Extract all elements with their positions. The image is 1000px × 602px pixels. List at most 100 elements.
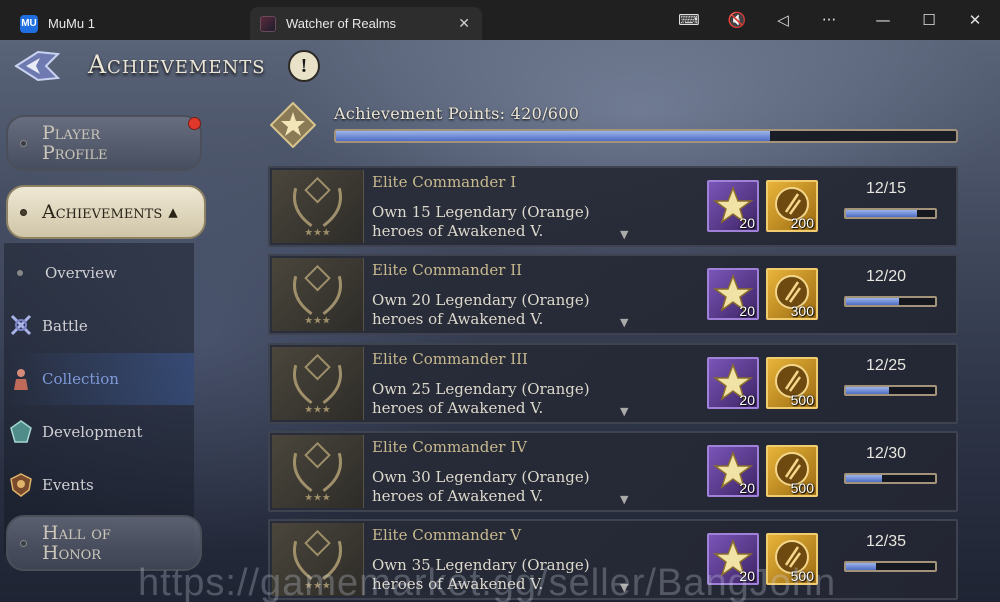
sidebar-item-label: Collection — [42, 370, 119, 388]
reward-amount: 20 — [739, 215, 755, 231]
back-arrow-icon[interactable] — [12, 48, 62, 84]
sidebar-hall-of-honor[interactable]: Hall of Honor — [6, 515, 202, 571]
achievement-description: Own 30 Legendary (Orange) heroes of Awak… — [372, 468, 590, 505]
reward-star-points[interactable]: 20 — [707, 268, 759, 320]
chevron-down-icon[interactable]: ▼ — [620, 316, 628, 329]
reward-amount: 500 — [790, 480, 814, 496]
more-icon[interactable]: ··· — [806, 0, 852, 40]
reward-gold-coin[interactable]: 500 — [766, 357, 818, 409]
tab-game-label: Watcher of Realms — [286, 16, 397, 31]
svg-text:★★★: ★★★ — [304, 228, 331, 239]
progress-bar — [844, 208, 937, 219]
reward-amount: 20 — [739, 480, 755, 496]
reward-star-points[interactable]: 20 — [707, 180, 759, 232]
game-viewport: Achievements ! Player Profile Achievemen… — [0, 40, 1000, 602]
progress-bar — [844, 473, 937, 484]
sidebar-player-profile-label: Player Profile — [42, 122, 108, 164]
achievement-row[interactable]: ★★★ Elite Commander II Own 20 Legendary … — [268, 254, 958, 335]
sidebar-item-label: Overview — [45, 264, 117, 282]
achievement-title: Elite Commander III — [372, 350, 528, 368]
bullet-icon — [20, 140, 27, 147]
reward-amount: 20 — [739, 568, 755, 584]
chevron-down-icon[interactable]: ▼ — [620, 405, 628, 418]
progress-fill — [846, 298, 900, 305]
chevron-down-icon[interactable]: ▼ — [620, 581, 628, 594]
achievement-row[interactable]: ★★★ Elite Commander V Own 35 Legendary (… — [268, 519, 958, 600]
laurel-emblem-icon: ★★★ — [272, 435, 364, 508]
sidebar-item-overview[interactable]: Overview — [8, 247, 194, 299]
progress-count: 12/15 — [865, 180, 907, 197]
sidebar-hall-of-honor-label: Hall of Honor — [42, 522, 111, 564]
progress-count: 12/20 — [865, 268, 907, 285]
reward-amount: 500 — [790, 392, 814, 408]
mumu-logo-icon: MU — [20, 14, 38, 33]
chevron-down-icon[interactable]: ▼ — [620, 228, 628, 241]
sidebar-item-development[interactable]: Development — [8, 406, 194, 458]
progress-fill — [846, 387, 889, 394]
sidebar-item-label: Battle — [42, 317, 88, 335]
swords-icon — [10, 314, 32, 336]
sidebar-item-battle[interactable]: Battle — [8, 300, 194, 352]
game-icon — [260, 15, 276, 32]
svg-text:★★★: ★★★ — [304, 493, 331, 504]
bullet-icon — [20, 540, 27, 547]
reward-gold-coin[interactable]: 500 — [766, 533, 818, 585]
achievement-title: Elite Commander I — [372, 173, 517, 191]
achievement-row[interactable]: ★★★ Elite Commander IV Own 30 Legendary … — [268, 431, 958, 512]
sidebar-item-label: Development — [42, 423, 143, 441]
tab-watcher-of-realms[interactable]: Watcher of Realms ✕ — [250, 7, 482, 40]
maximize-icon[interactable]: ☐ — [906, 0, 952, 40]
progress-count: 12/35 — [865, 533, 907, 550]
notification-badge — [188, 117, 201, 130]
bullet-icon — [20, 209, 27, 216]
achievement-description: Own 25 Legendary (Orange) heroes of Awak… — [372, 380, 590, 417]
progress-count: 12/25 — [865, 357, 907, 374]
back-triangle-icon[interactable]: ◁ — [760, 0, 806, 40]
svg-text:★★★: ★★★ — [304, 581, 331, 592]
svg-text:★★★: ★★★ — [304, 316, 331, 327]
svg-text:★★★: ★★★ — [304, 405, 331, 416]
mute-icon[interactable]: 🔇 — [714, 0, 760, 40]
minimize-icon[interactable]: — — [860, 0, 906, 40]
progress-bar — [844, 561, 937, 572]
sidebar-item-events[interactable]: Events — [8, 459, 194, 511]
achievement-description: Own 15 Legendary (Orange) heroes of Awak… — [372, 203, 590, 240]
reward-gold-coin[interactable]: 200 — [766, 180, 818, 232]
reward-amount: 20 — [739, 303, 755, 319]
sidebar-achievements[interactable]: Achievements ▴ — [6, 185, 206, 239]
tab-close-icon[interactable]: ✕ — [458, 15, 470, 32]
achievement-points-bar — [334, 129, 958, 143]
info-icon[interactable]: ! — [288, 50, 320, 82]
progress-count: 12/30 — [865, 445, 907, 462]
figure-icon — [14, 369, 28, 390]
achievement-points-fill — [336, 131, 770, 141]
close-window-icon[interactable]: ✕ — [952, 0, 998, 40]
achievement-title: Elite Commander II — [372, 261, 523, 279]
sidebar-item-collection[interactable]: Collection — [8, 353, 194, 405]
reward-star-points[interactable]: 20 — [707, 357, 759, 409]
reward-gold-coin[interactable]: 500 — [766, 445, 818, 497]
reward-star-points[interactable]: 20 — [707, 445, 759, 497]
progress-fill — [846, 563, 877, 570]
achievement-description: Own 20 Legendary (Orange) heroes of Awak… — [372, 291, 590, 328]
sidebar-player-profile[interactable]: Player Profile — [6, 115, 202, 171]
tab-mumu-label: MuMu 1 — [48, 16, 95, 31]
sidebar-item-label: Events — [42, 476, 94, 494]
reward-amount: 200 — [790, 215, 814, 231]
achievement-row[interactable]: ★★★ Elite Commander I Own 15 Legendary (… — [268, 166, 958, 247]
laurel-emblem-icon: ★★★ — [272, 347, 364, 420]
crest-icon — [10, 473, 32, 497]
laurel-emblem-icon: ★★★ — [272, 523, 364, 596]
tab-mumu[interactable]: MU MuMu 1 — [10, 7, 248, 40]
chevron-down-icon[interactable]: ▼ — [620, 493, 628, 506]
page-title: Achievements — [88, 50, 266, 79]
achievement-row[interactable]: ★★★ Elite Commander III Own 25 Legendary… — [268, 343, 958, 424]
keyboard-icon[interactable]: ⌨ — [666, 0, 712, 40]
progress-bar — [844, 296, 937, 307]
reward-amount: 20 — [739, 392, 755, 408]
star-medal-icon — [270, 102, 316, 148]
reward-gold-coin[interactable]: 300 — [766, 268, 818, 320]
progress-fill — [846, 475, 882, 482]
reward-star-points[interactable]: 20 — [707, 533, 759, 585]
laurel-emblem-icon: ★★★ — [272, 170, 364, 243]
